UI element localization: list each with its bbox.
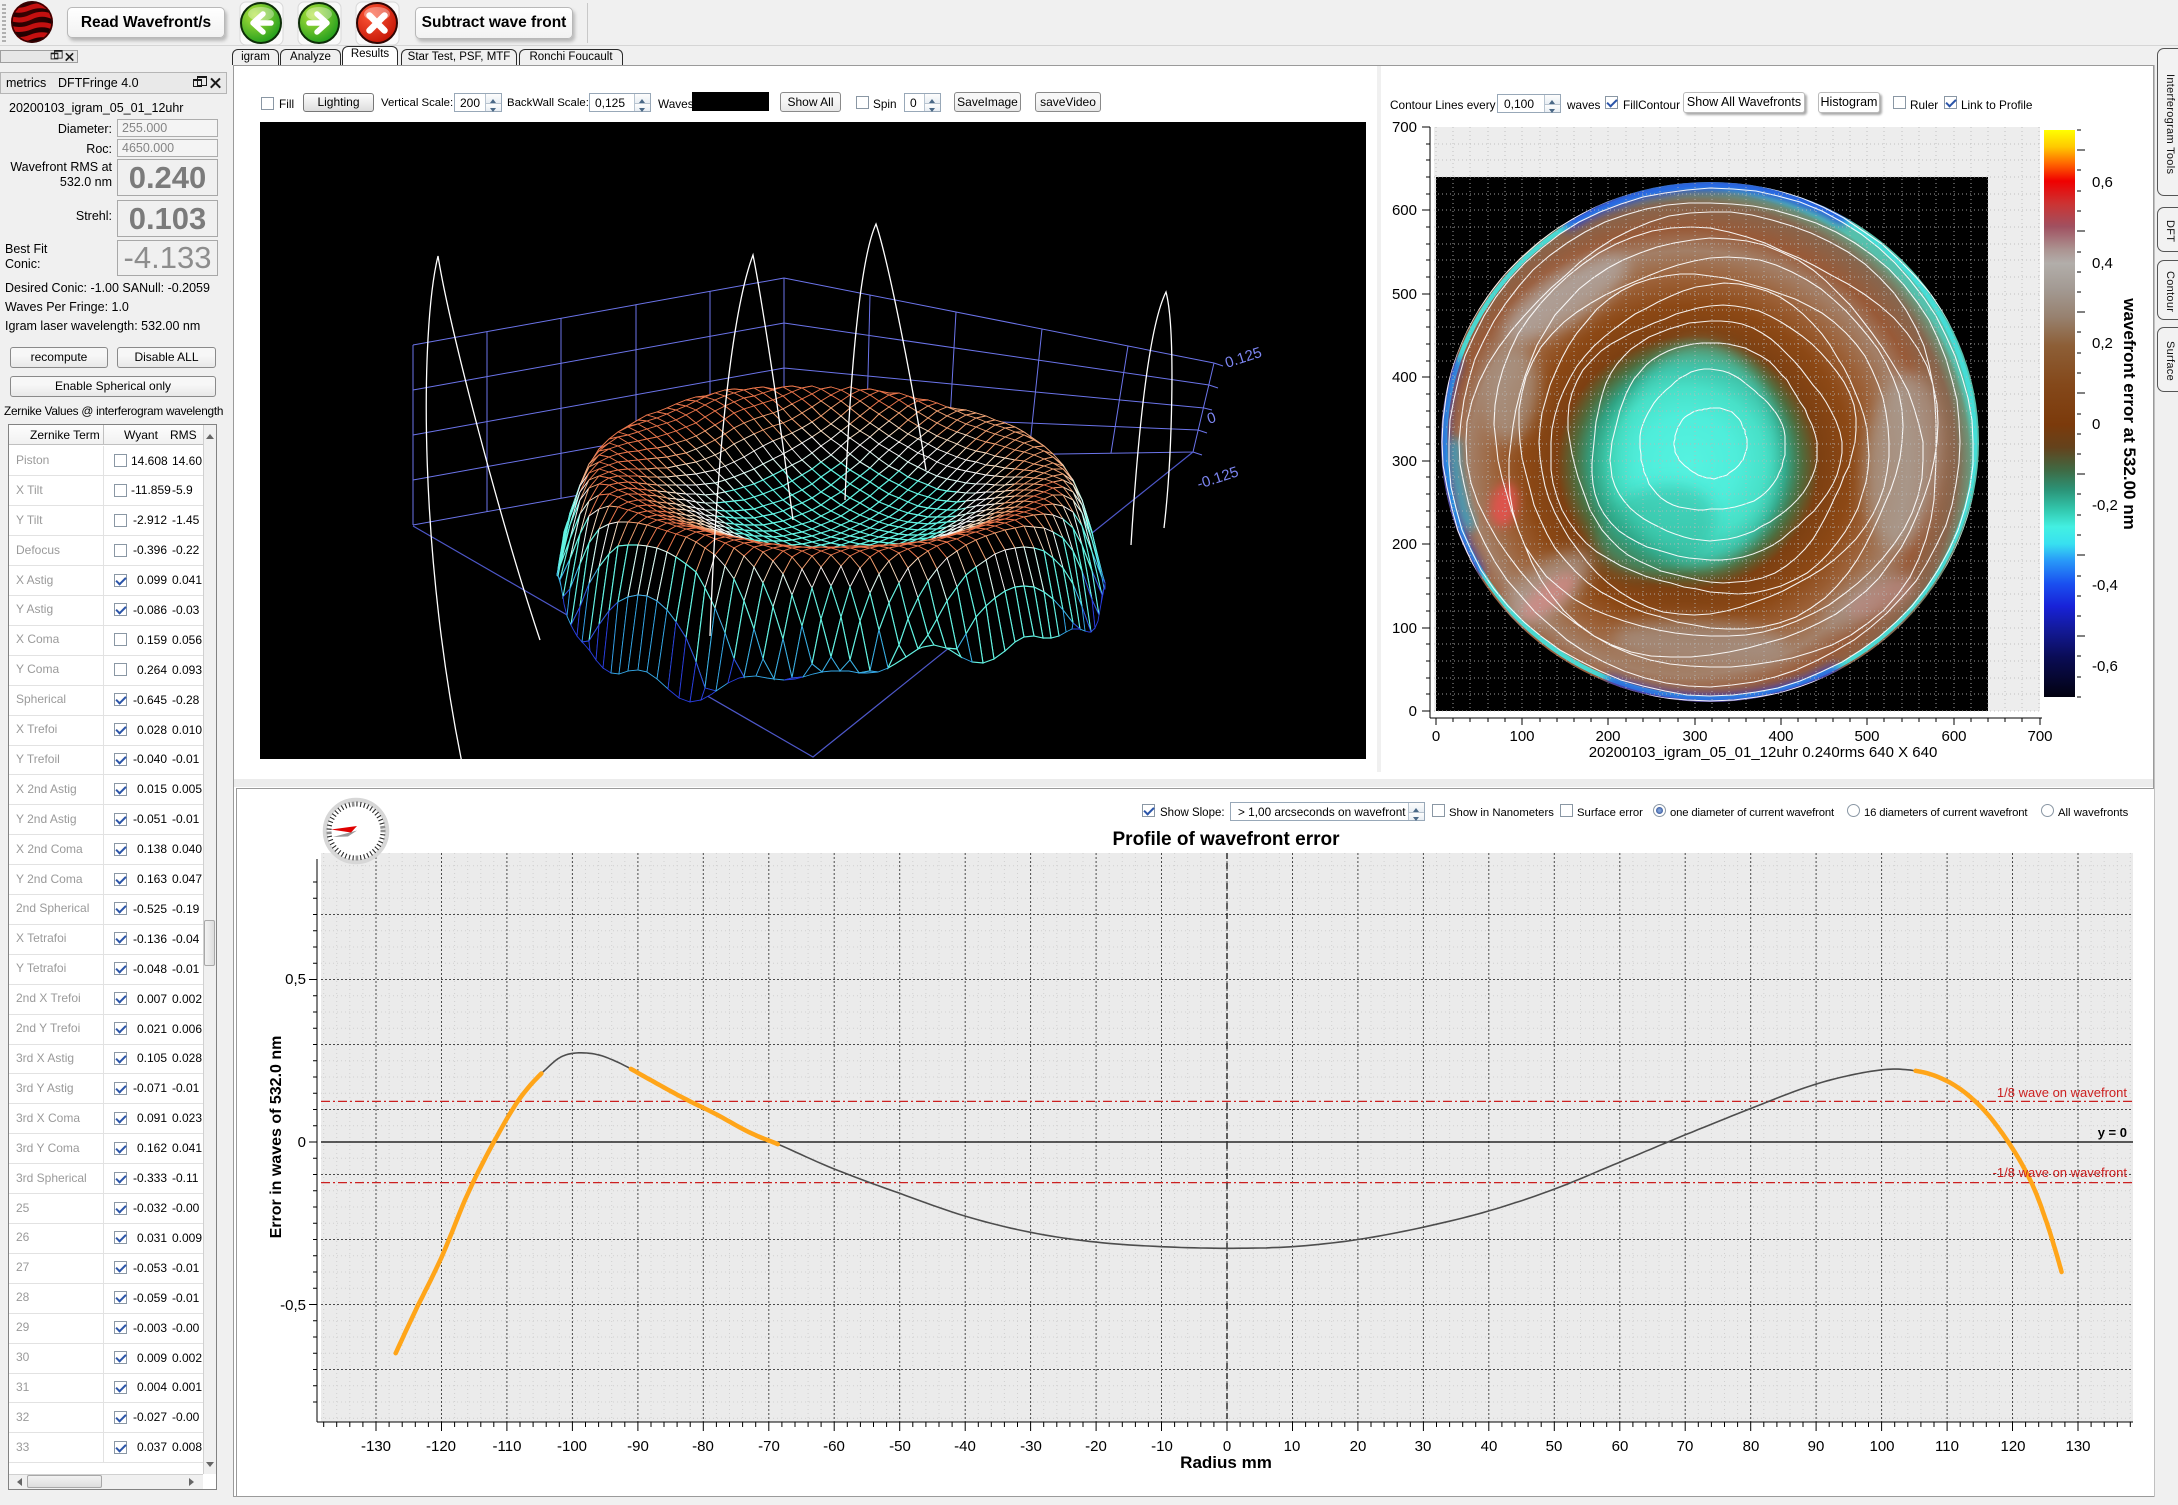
svg-text:110: 110 — [1935, 1438, 1959, 1455]
svg-text:-0,5: -0,5 — [280, 1297, 306, 1314]
svg-text:-80: -80 — [692, 1438, 714, 1455]
svg-text:-40: -40 — [954, 1438, 976, 1455]
svg-text:y = 0: y = 0 — [2098, 1125, 2127, 1140]
svg-text:0: 0 — [298, 1134, 306, 1151]
svg-text:-110: -110 — [493, 1438, 522, 1455]
svg-text:-120: -120 — [426, 1438, 456, 1455]
svg-text:-70: -70 — [758, 1438, 780, 1455]
svg-text:20: 20 — [1350, 1438, 1367, 1455]
svg-text:100: 100 — [1869, 1438, 1894, 1455]
svg-text:-1/8 wave on wavefront: -1/8 wave on wavefront — [1993, 1165, 2128, 1180]
svg-text:50: 50 — [1546, 1438, 1563, 1455]
svg-text:-30: -30 — [1020, 1438, 1042, 1455]
svg-text:80: 80 — [1743, 1438, 1760, 1455]
svg-text:1/8 wave on wavefront: 1/8 wave on wavefront — [1997, 1085, 2127, 1100]
svg-text:-60: -60 — [823, 1438, 845, 1455]
svg-text:130: 130 — [2065, 1438, 2090, 1455]
svg-text:-100: -100 — [557, 1438, 587, 1455]
svg-text:90: 90 — [1808, 1438, 1825, 1455]
svg-text:30: 30 — [1415, 1438, 1432, 1455]
svg-text:-90: -90 — [627, 1438, 649, 1455]
svg-text:-10: -10 — [1151, 1438, 1173, 1455]
svg-text:70: 70 — [1677, 1438, 1694, 1455]
svg-text:-20: -20 — [1085, 1438, 1107, 1455]
svg-text:60: 60 — [1612, 1438, 1629, 1455]
svg-text:10: 10 — [1284, 1438, 1301, 1455]
svg-text:0,5: 0,5 — [285, 971, 306, 988]
svg-text:Error in waves of 532.0 nm: Error in waves of 532.0 nm — [268, 1036, 285, 1239]
svg-text:-50: -50 — [889, 1438, 911, 1455]
svg-text:-130: -130 — [361, 1438, 391, 1455]
svg-text:Profile of wavefront error: Profile of wavefront error — [1113, 829, 1341, 850]
svg-text:40: 40 — [1481, 1438, 1498, 1455]
svg-text:120: 120 — [2000, 1438, 2025, 1455]
svg-text:Radius mm: Radius mm — [1180, 1453, 1272, 1472]
